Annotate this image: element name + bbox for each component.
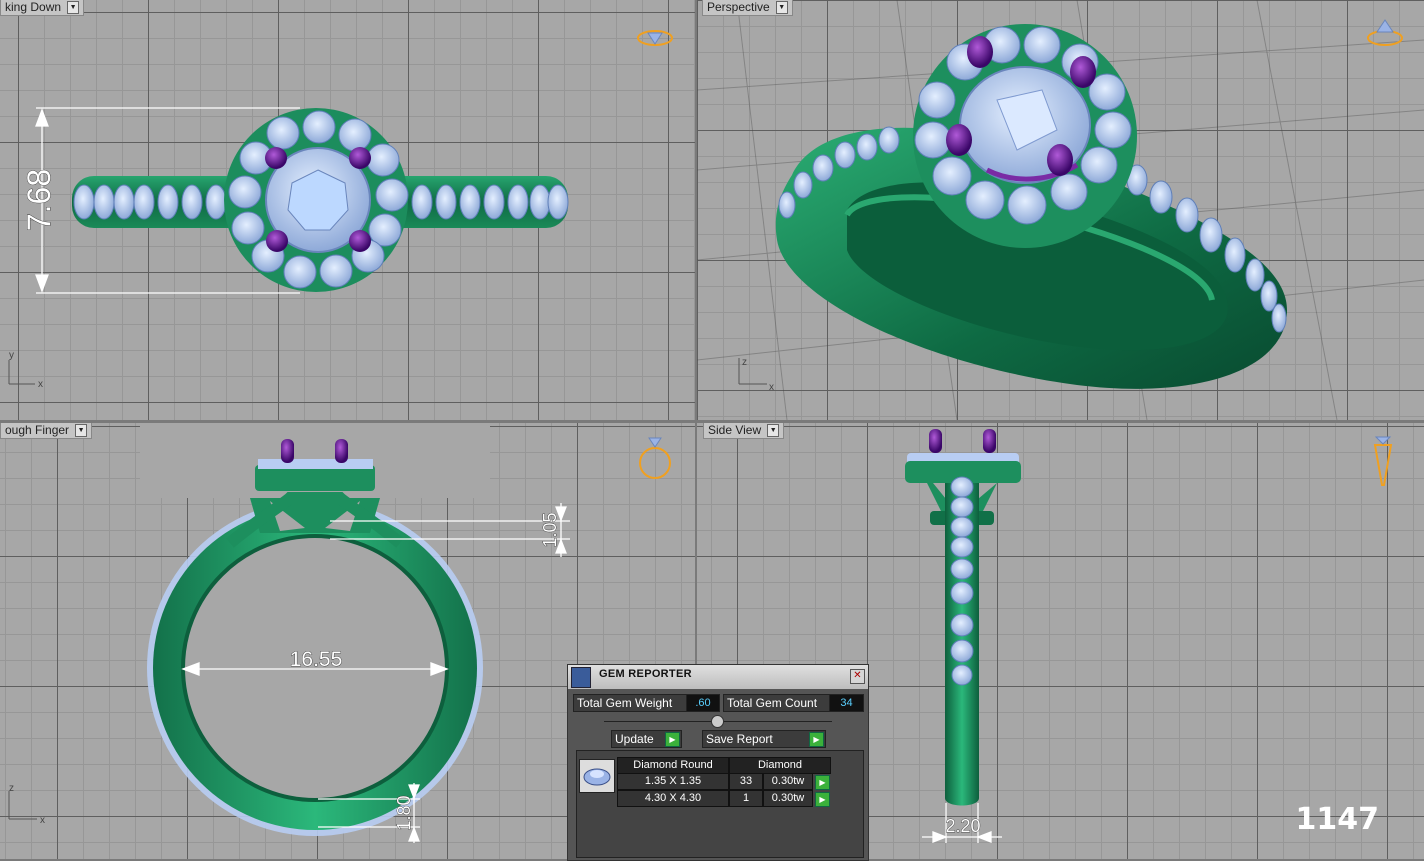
dimension-label-shank: 1.80 <box>394 795 414 830</box>
total-weight-value: .60 <box>686 694 720 712</box>
dimension-label-height: 7.68 <box>21 169 57 231</box>
panel-title: GEM REPORTER <box>599 668 692 680</box>
viewport-title-label: king Down <box>5 0 62 14</box>
viewport-title-front[interactable]: ough Finger ▼ <box>0 423 93 439</box>
chevron-down-icon[interactable]: ▼ <box>75 424 88 437</box>
gem-reporter-icon <box>571 667 591 688</box>
axis-x-label: x <box>769 382 774 393</box>
dimension-label-gap: 1.05 <box>540 512 560 547</box>
table-cell-weight: 0.30tw <box>763 773 813 790</box>
table-cell-size: 4.30 X 4.30 <box>617 790 729 807</box>
viewport-title-label: Side View <box>708 423 762 437</box>
gem-table: Diamond Round Diamond 1.35 X 1.35 33 0.3… <box>576 750 864 858</box>
viewport-title-side[interactable]: Side View ▼ <box>703 423 785 439</box>
play-icon: ▶ <box>665 732 680 747</box>
table-cell-weight: 0.30tw <box>763 790 813 807</box>
column-header-shape: Diamond Round <box>617 757 729 774</box>
axis-triad <box>8 360 35 385</box>
dimension-label-side-width: 2.20 <box>945 816 980 836</box>
total-weight-label: Total Gem Weight <box>573 694 688 712</box>
viewport-perspective[interactable]: Perspective ▼ z x <box>697 0 1424 420</box>
view-orientation-icon <box>637 30 673 46</box>
table-cell-count: 33 <box>729 773 763 790</box>
play-icon[interactable]: ▶ <box>815 775 830 790</box>
axis-z-label: z <box>742 357 747 368</box>
view-orientation-icon <box>639 437 671 479</box>
chevron-down-icon[interactable]: ▼ <box>775 1 788 14</box>
play-icon[interactable]: ▶ <box>815 792 830 807</box>
viewport-title-perspective[interactable]: Perspective ▼ <box>702 0 793 16</box>
update-button[interactable]: Update ▶ <box>611 730 682 748</box>
save-report-button[interactable]: Save Report ▶ <box>702 730 826 748</box>
view-orientation-icon <box>1367 19 1403 46</box>
table-cell-size: 1.35 X 1.35 <box>617 773 729 790</box>
diamond-round-icon <box>579 759 615 793</box>
axis-z-label: z <box>9 783 14 794</box>
column-header-material: Diamond <box>729 757 831 774</box>
chevron-down-icon[interactable]: ▼ <box>67 1 80 14</box>
close-icon[interactable]: ✕ <box>850 669 865 684</box>
frame-counter: 1147 <box>1295 802 1380 837</box>
total-count-label: Total Gem Count <box>723 694 830 712</box>
view-orientation-icon <box>1373 436 1393 486</box>
viewport-title-label: ough Finger <box>5 423 70 437</box>
ring-perspective-render: z x <box>738 19 1403 393</box>
update-button-label: Update <box>615 732 654 746</box>
viewport-title-top[interactable]: king Down ▼ <box>0 0 85 16</box>
axis-y-label: y <box>9 350 14 361</box>
panel-slider-handle[interactable] <box>711 715 724 728</box>
gem-reporter-panel[interactable]: GEM REPORTER ✕ Total Gem Weight .60 Tota… <box>567 664 869 861</box>
save-report-label: Save Report <box>706 732 773 746</box>
axis-x-label: x <box>40 815 45 826</box>
ring-top-render: 7.68 y x <box>8 30 673 390</box>
table-cell-count: 1 <box>729 790 763 807</box>
total-count-value: 34 <box>829 694 864 712</box>
play-icon: ▶ <box>809 732 824 747</box>
viewport-title-label: Perspective <box>707 0 770 14</box>
axis-x-label: x <box>38 379 43 390</box>
chevron-down-icon[interactable]: ▼ <box>767 424 780 437</box>
viewport-top[interactable]: king Down ▼ 7.68 y x <box>0 0 695 420</box>
panel-titlebar[interactable]: GEM REPORTER ✕ <box>568 665 868 690</box>
dimension-label-width: 16.55 <box>290 648 343 671</box>
